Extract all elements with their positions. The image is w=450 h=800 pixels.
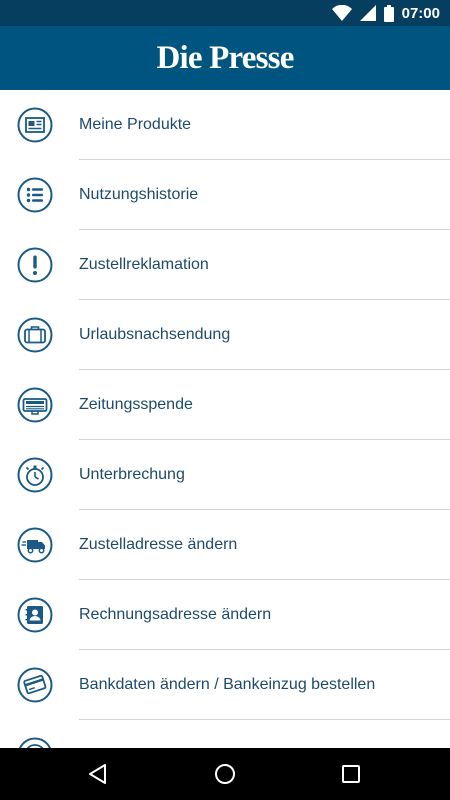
status-bar: 07:00 — [0, 0, 450, 26]
suitcase-icon — [17, 317, 53, 353]
menu-item-zustellreklamation[interactable]: Zustellreklamation — [0, 230, 450, 300]
menu-item-label: Rechnungsadresse ändern — [79, 606, 272, 623]
app-header: Die Presse — [0, 26, 450, 90]
credit-card-icon — [17, 667, 53, 703]
menu-item-zustelladresse[interactable]: Zustelladresse ändern — [0, 510, 450, 580]
recents-icon[interactable] — [337, 760, 365, 788]
menu-item-nutzungshistorie[interactable]: Nutzungshistorie — [0, 160, 450, 230]
menu-item-label: Zeitungsspende — [79, 396, 193, 413]
delivery-truck-icon — [17, 527, 53, 563]
stopwatch-icon — [17, 457, 53, 493]
address-book-icon — [17, 597, 53, 633]
menu-item-meine-produkte[interactable]: Meine Produkte — [0, 90, 450, 160]
menu-item-bankdaten[interactable]: Bankdaten ändern / Bankeinzug bestellen — [0, 650, 450, 720]
menu-item-zeitungsspende[interactable]: Zeitungsspende — [0, 370, 450, 440]
menu-list: Meine Produkte Nutzungshistorie Zustellr… — [0, 90, 450, 748]
exclamation-icon — [17, 247, 53, 283]
donation-icon — [17, 387, 53, 423]
newspaper-icon — [17, 107, 53, 143]
menu-item-partial[interactable] — [0, 720, 450, 748]
menu-item-label: Zustelladresse ändern — [79, 536, 238, 553]
circle-icon — [17, 737, 53, 748]
menu-item-label: Nutzungshistorie — [79, 186, 199, 203]
menu-item-label: Urlaubsnachsendung — [79, 326, 231, 343]
menu-item-label: Bankdaten ändern / Bankeinzug bestellen — [79, 676, 376, 693]
menu-item-urlaubsnachsendung[interactable]: Urlaubsnachsendung — [0, 300, 450, 370]
home-icon[interactable] — [211, 760, 239, 788]
brand-logo: Die Presse — [156, 39, 294, 76]
status-time: 07:00 — [401, 4, 440, 22]
signal-icon — [359, 5, 376, 21]
menu-item-rechnungsadresse[interactable]: Rechnungsadresse ändern — [0, 580, 450, 650]
menu-item-label: Unterbrechung — [79, 466, 185, 483]
navigation-bar — [0, 748, 450, 800]
battery-icon — [383, 4, 394, 22]
menu-item-label: Meine Produkte — [79, 116, 192, 133]
menu-item-label: Zustellreklamation — [79, 256, 209, 273]
list-icon — [17, 177, 53, 213]
wifi-icon — [331, 5, 352, 21]
menu-item-unterbrechung[interactable]: Unterbrechung — [0, 440, 450, 510]
back-icon[interactable] — [84, 760, 112, 788]
